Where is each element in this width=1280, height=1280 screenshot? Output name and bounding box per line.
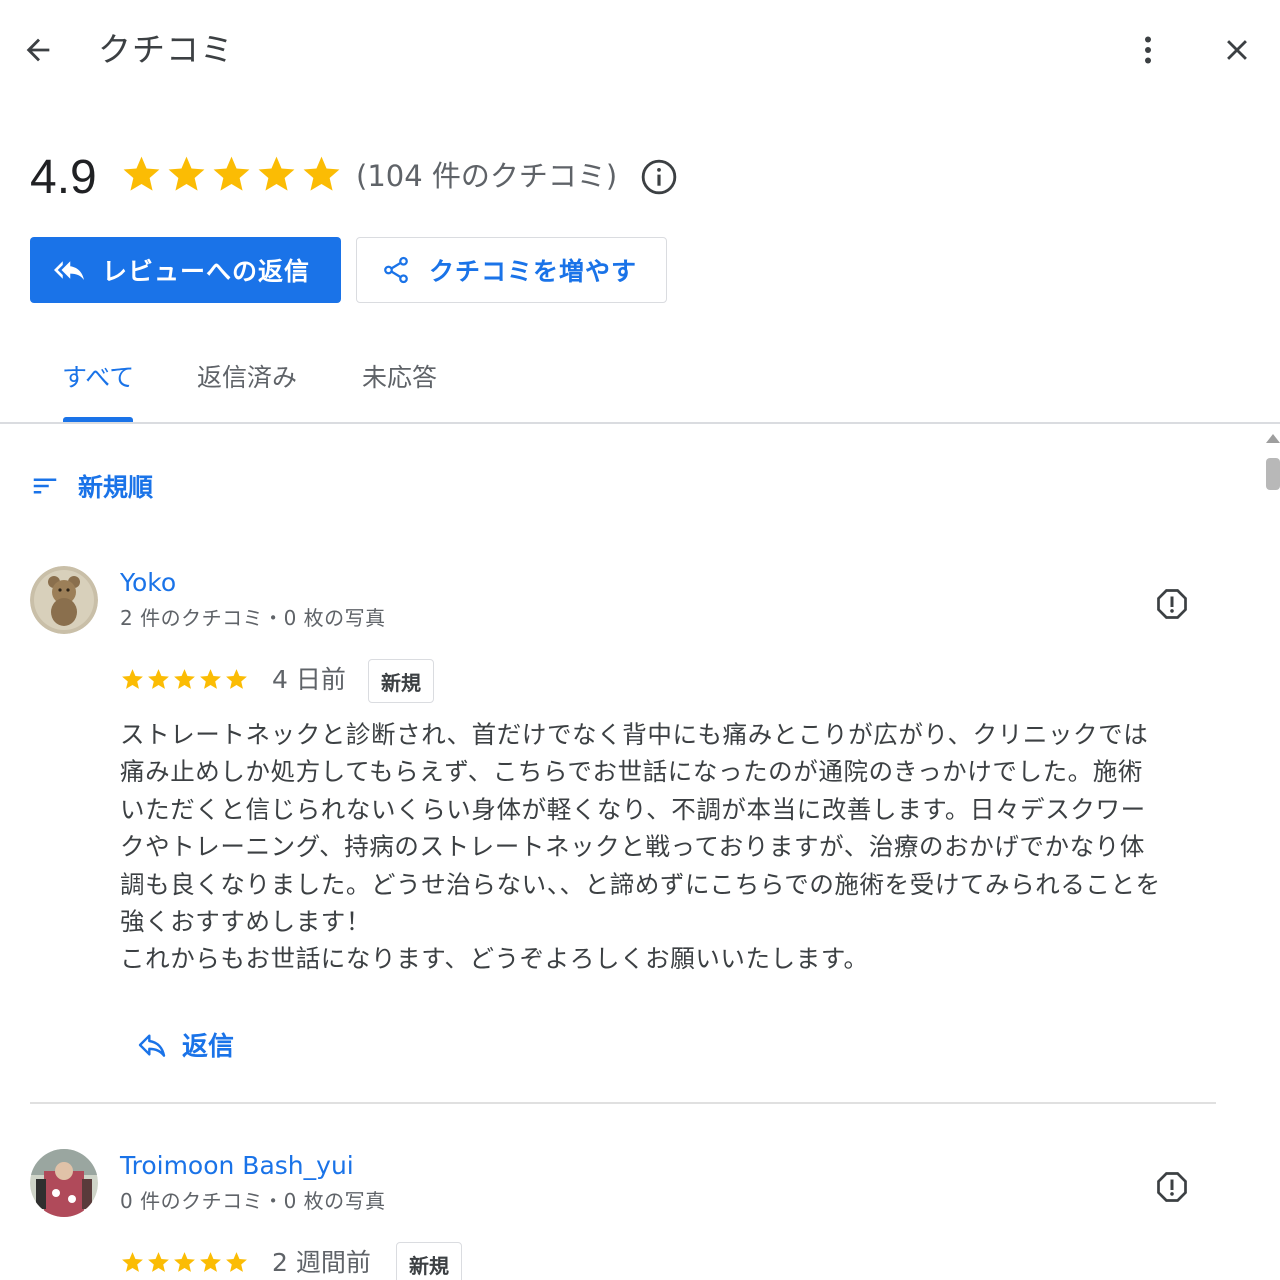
star-icon <box>258 156 295 191</box>
sort-label: 新規順 <box>78 473 154 502</box>
star-icon <box>226 669 247 689</box>
reply-button[interactable]: 返信 <box>136 1026 234 1063</box>
rating-stars <box>120 153 343 196</box>
star-icon <box>148 669 169 689</box>
arrow-back-icon <box>26 38 50 62</box>
star-icon <box>213 156 250 191</box>
star-icon <box>226 1252 247 1272</box>
reply-to-reviews-button[interactable]: レビューへの返信 <box>30 237 341 303</box>
reply-to-reviews-label: レビューへの返信 <box>102 257 311 286</box>
average-rating: 4.9 <box>30 151 97 204</box>
review-text: ストレートネックと診断され、首だけでなく背中にも痛みとこりが広がり、クリニックで… <box>120 720 1161 974</box>
review-count: (104 件のクチコミ) <box>356 159 618 193</box>
report-icon <box>1157 589 1187 619</box>
star-icon <box>122 669 143 689</box>
get-more-reviews-button[interactable]: クチコミを増やす <box>356 237 667 303</box>
get-more-reviews-label: クチコミを増やす <box>429 257 638 286</box>
tab-replied[interactable]: 返信済み <box>197 360 297 396</box>
reply-icon <box>138 1033 166 1057</box>
reviewer-name[interactable]: Troimoon Bash_yui <box>120 1149 354 1183</box>
avatar[interactable] <box>30 1149 98 1217</box>
back-button[interactable] <box>14 26 62 74</box>
review-date: 2 週間前 <box>272 1248 371 1277</box>
page-title: クチコミ <box>98 30 234 69</box>
star-icon <box>174 669 195 689</box>
new-badge: 新規 <box>396 1242 462 1280</box>
review-date: 4 日前 <box>272 665 346 694</box>
review-divider <box>30 1102 1216 1104</box>
reviewer-meta: 2 件のクチコミ・0 枚の写真 <box>120 606 386 630</box>
star-icon <box>168 156 205 191</box>
sort-button[interactable]: 新規順 <box>30 468 153 504</box>
scroll-up-arrow[interactable] <box>1266 434 1280 443</box>
star-icon <box>123 156 160 191</box>
avatar[interactable] <box>30 566 98 634</box>
star-icon <box>122 1252 143 1272</box>
reviewer-meta: 0 件のクチコミ・0 枚の写真 <box>120 1189 386 1213</box>
new-badge: 新規 <box>368 659 434 703</box>
scrollbar-thumb[interactable] <box>1266 458 1280 490</box>
review-stars <box>120 667 249 692</box>
star-icon <box>303 156 340 191</box>
share-icon <box>384 256 408 284</box>
tab-all[interactable]: すべて <box>62 360 134 396</box>
more-options-button[interactable] <box>1124 26 1172 74</box>
star-icon <box>174 1252 195 1272</box>
close-button[interactable] <box>1213 26 1261 74</box>
reply-all-icon <box>54 261 84 280</box>
review-stars <box>120 1250 249 1275</box>
reply-label: 返信 <box>182 1032 235 1062</box>
star-icon <box>200 669 221 689</box>
reviewer-name[interactable]: Yoko <box>120 566 176 600</box>
tab-unanswered[interactable]: 未応答 <box>362 360 437 396</box>
close-icon <box>1227 40 1247 60</box>
tabs-divider <box>0 422 1280 424</box>
star-icon <box>200 1252 221 1272</box>
info-icon[interactable] <box>640 158 678 196</box>
star-icon <box>148 1252 169 1272</box>
report-review-button[interactable] <box>1150 1165 1194 1209</box>
report-icon <box>1157 1172 1187 1202</box>
report-review-button[interactable] <box>1150 582 1194 626</box>
more-vert-icon <box>1145 36 1151 64</box>
sort-icon <box>33 478 57 494</box>
